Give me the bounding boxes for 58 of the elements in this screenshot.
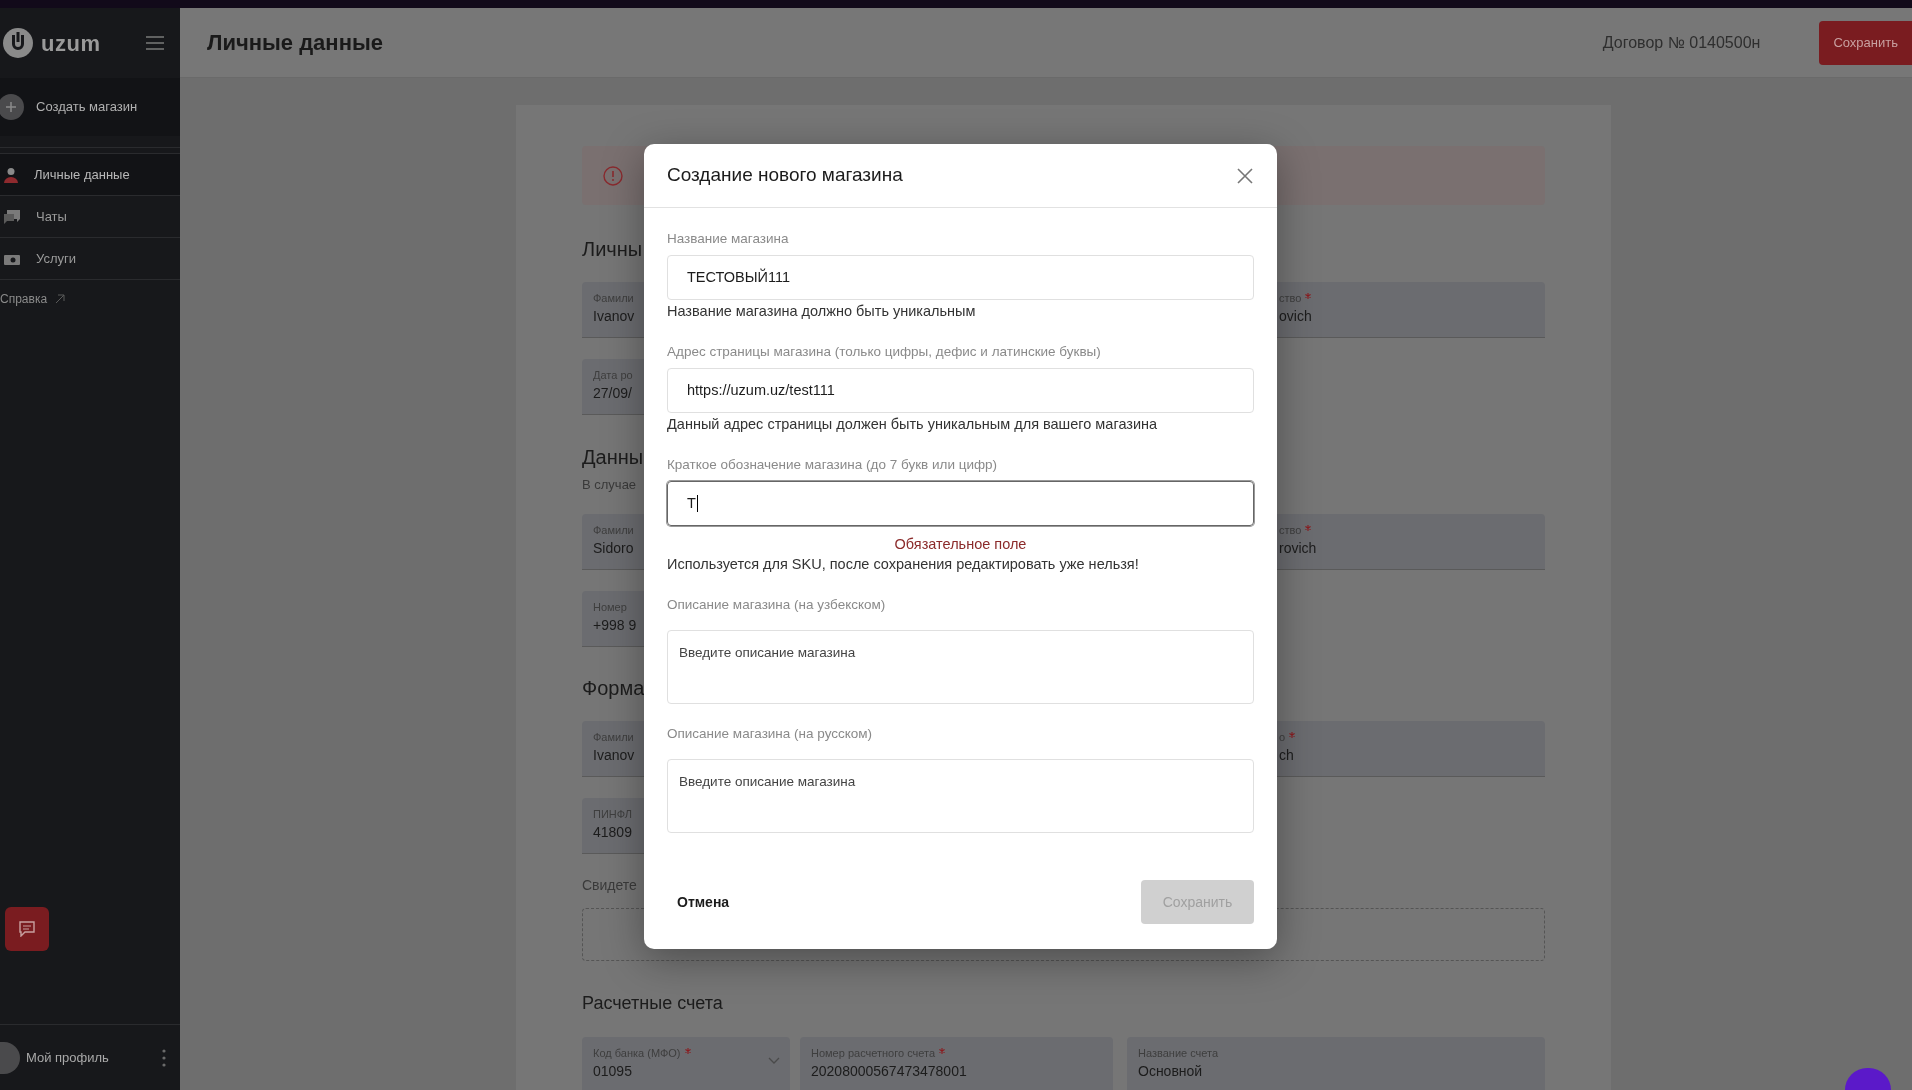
input-field[interactable]: Т (667, 481, 1254, 526)
help-link[interactable]: Справка (0, 290, 66, 308)
person-icon (4, 166, 18, 183)
warning-icon (603, 165, 623, 186)
helper-text: Используется для SKU, после сохранения редактировать уже нельзя! (667, 555, 1140, 574)
upload-label: Свидете (582, 876, 637, 895)
field-value: 41809 (593, 823, 632, 842)
save-button[interactable]: Сохранить (1819, 20, 1912, 65)
field-label: Краткое обозначение магазина (до 7 букв или цифр) (667, 456, 999, 474)
sidebar-item[interactable]: Услуги (0, 238, 180, 280)
sidebar-item[interactable]: Личные данные (0, 154, 180, 196)
more-icon (162, 1048, 166, 1067)
section-title: Форма (582, 676, 645, 701)
page-title: Личные данные (207, 29, 384, 57)
logo-text: uzum (41, 29, 101, 58)
menu-icon (146, 36, 164, 50)
close-button[interactable] (1235, 165, 1255, 186)
create-store-button[interactable]: Создать магазин (0, 78, 180, 136)
chat-bubbles-icon (4, 209, 20, 224)
field-value: Основной (1138, 1062, 1203, 1081)
field-value: 20208000567473478001 (811, 1062, 967, 1081)
section-subtitle: В случае (582, 477, 637, 493)
profile-name[interactable]: Мой профиль (26, 1047, 162, 1068)
field-value: +998 9 (593, 616, 637, 635)
field-label: Описание магазина (на русском) (667, 725, 874, 743)
field-value: 01095 (593, 1062, 632, 1081)
helper-text: Данный адрес страницы должен быть уникальным для вашего магазина (667, 415, 1159, 434)
error-message: Обязательное поле (893, 535, 1028, 554)
section-title: Расчетные счета (582, 992, 724, 1015)
field-value: Ivanov (593, 746, 635, 765)
avatar (0, 1041, 20, 1074)
section-title: Данны (582, 445, 644, 470)
field-value: rovich (1279, 539, 1317, 558)
close-icon (1237, 167, 1253, 184)
textarea-field[interactable]: Введите описание магазина (667, 630, 1254, 704)
input-field[interactable]: https://uzum.uz/test111 (667, 368, 1254, 413)
field-value: Sidoro (593, 539, 634, 558)
modal-title: Создание нового магазина (667, 163, 904, 188)
field-value: Ivanov (593, 307, 635, 326)
helper-text: Название магазина должно быть уникальным (667, 302, 977, 321)
external-link-icon (55, 294, 66, 304)
field-label: Название магазина (667, 230, 790, 248)
field-label: Адрес страницы магазина (только цифры, дефис и латинские буквы) (667, 343, 1102, 361)
textarea-field[interactable]: Введите описание магазина (667, 759, 1254, 833)
field-value: ovich (1279, 307, 1312, 326)
chevron-down-icon (768, 1057, 780, 1065)
plus-icon (0, 94, 26, 120)
camera-icon (4, 252, 20, 265)
chat-button[interactable] (5, 907, 49, 951)
section-title: Личны (582, 237, 643, 262)
contract-number: Договор № 0140500н (1602, 32, 1761, 53)
chat-icon (19, 921, 35, 937)
cancel-button[interactable]: Отмена (667, 880, 740, 924)
field-label: Описание магазина (на узбекском) (667, 596, 887, 614)
field-value: 27/09/ (593, 384, 632, 403)
input-field[interactable]: ТЕСТОВЫЙ111 (667, 255, 1254, 300)
sidebar-item[interactable]: Чаты (0, 196, 180, 238)
field-value: ch (1279, 746, 1294, 765)
